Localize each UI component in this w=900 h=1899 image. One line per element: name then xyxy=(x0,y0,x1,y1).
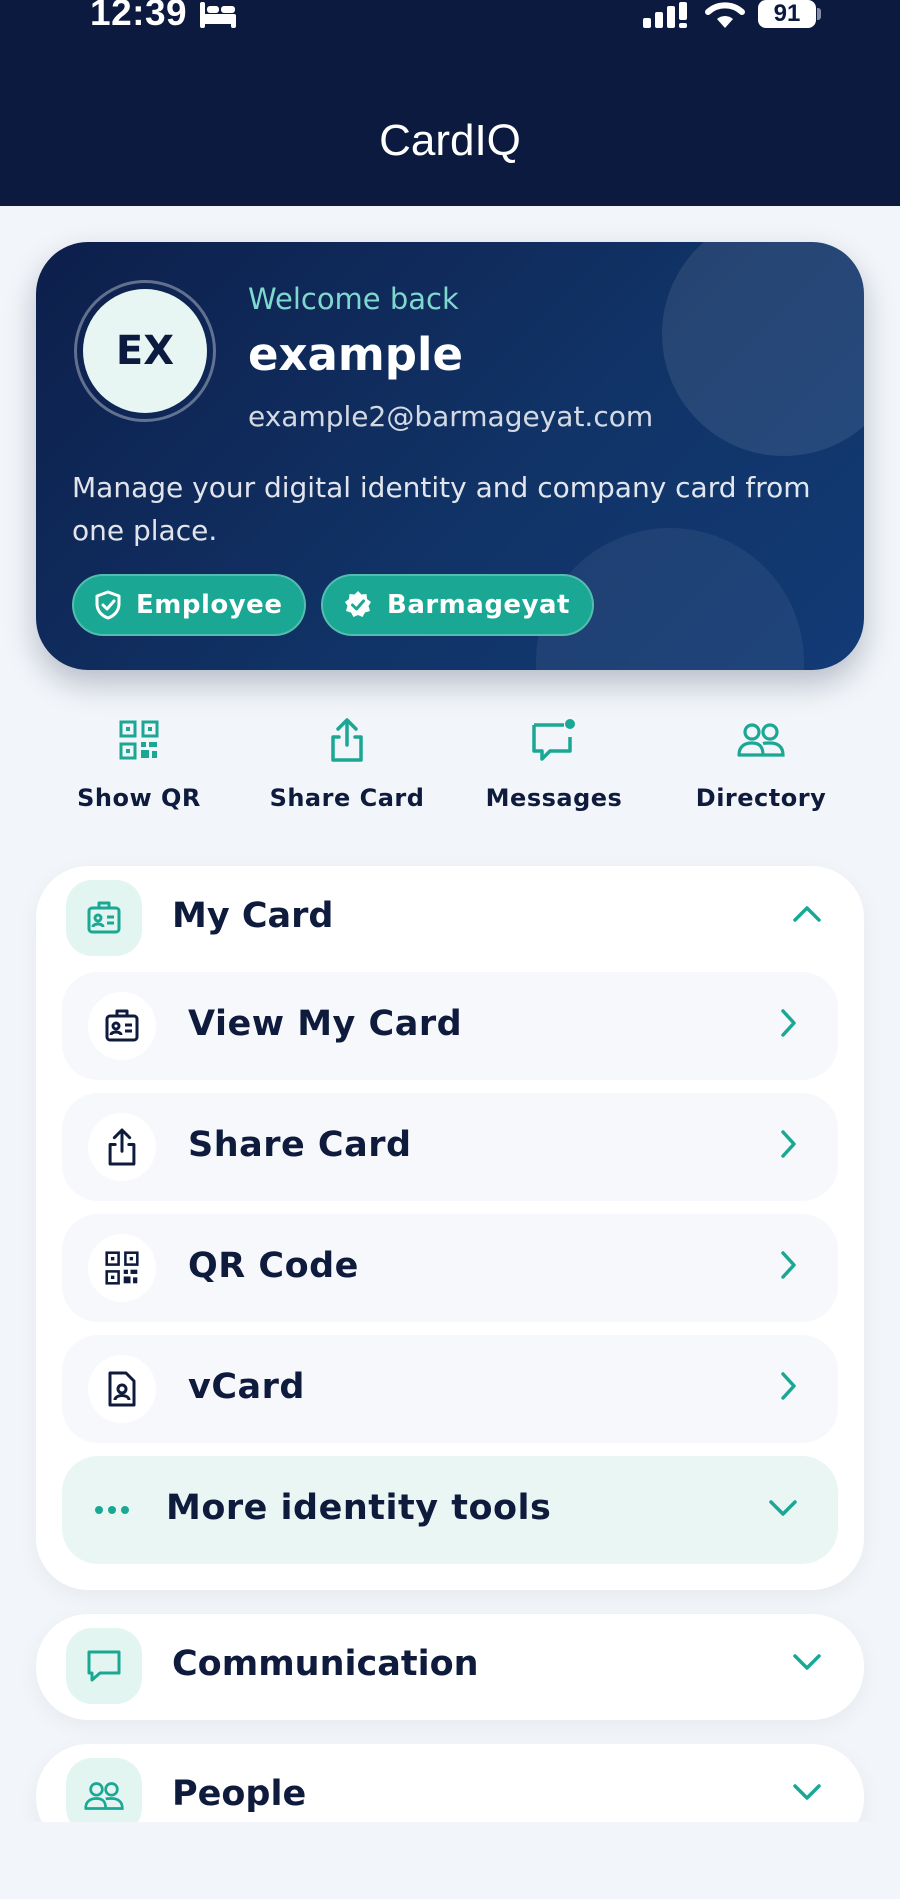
section-title: My Card xyxy=(172,896,334,936)
app-header: 12:39 91 CardIQ xyxy=(0,0,900,206)
id-card-icon xyxy=(105,1009,139,1042)
battery-tip xyxy=(817,8,821,20)
quick-action-label: Share Card xyxy=(269,784,425,812)
welcome-text: Welcome back xyxy=(248,282,459,316)
list-item-view-my-card[interactable]: View My Card xyxy=(62,972,838,1080)
profile-description: Manage your digital identity and company… xyxy=(72,471,811,547)
item-label: View My Card xyxy=(188,1004,463,1044)
item-icon xyxy=(88,1113,156,1181)
chevron-right-icon xyxy=(781,1009,796,1037)
avatar-initials: EX xyxy=(83,289,207,413)
battery-indicator: 91 xyxy=(758,0,816,28)
page-title: CardIQ xyxy=(379,116,521,165)
chevron-right-icon xyxy=(781,1251,796,1279)
people-icon xyxy=(84,1782,124,1810)
badge-company[interactable]: Barmageyat xyxy=(321,574,594,636)
quick-action-label: Directory xyxy=(695,784,827,812)
quick-action-messages[interactable]: Messages xyxy=(449,714,659,812)
avatar[interactable]: EX xyxy=(74,280,216,422)
item-icon xyxy=(88,992,156,1060)
more-identity-tools[interactable]: More identity tools xyxy=(62,1456,838,1564)
message-icon xyxy=(87,1650,121,1682)
quick-action-share-card[interactable]: Share Card xyxy=(242,714,452,812)
badge-label: Employee xyxy=(136,590,283,620)
badge-label: Barmageyat xyxy=(387,590,570,620)
bottom-area xyxy=(0,1822,900,1899)
chevron-right-icon xyxy=(781,1130,796,1158)
shield-check-icon xyxy=(95,590,121,620)
share-icon xyxy=(331,718,363,762)
section-title: Communication xyxy=(172,1644,479,1684)
section-header-communication[interactable]: Communication xyxy=(66,1628,836,1704)
status-time: 12:39 xyxy=(90,0,188,33)
item-label: Share Card xyxy=(188,1125,412,1165)
message-icon xyxy=(532,719,575,761)
section-header-my-card[interactable]: My Card xyxy=(66,880,836,956)
item-label: QR Code xyxy=(188,1246,359,1286)
user-name: example xyxy=(248,328,463,381)
item-label: vCard xyxy=(188,1367,305,1407)
item-label: More identity tools xyxy=(166,1488,552,1528)
profile-card: EX Welcome back example example2@barmage… xyxy=(36,242,864,670)
section-communication: Communication xyxy=(36,1614,864,1720)
section-my-card: My Card View My Card Share Card QR Code … xyxy=(36,866,864,1590)
sleep-mode-icon xyxy=(198,0,238,34)
status-bar: 12:39 91 xyxy=(0,0,900,36)
list-item-vcard[interactable]: vCard xyxy=(62,1335,838,1443)
share-icon xyxy=(108,1128,136,1166)
section-title: People xyxy=(172,1774,307,1814)
contact-file-icon xyxy=(108,1371,136,1407)
people-icon xyxy=(737,723,785,757)
list-item-qr-code[interactable]: QR Code xyxy=(62,1214,838,1322)
qr-code-icon xyxy=(119,720,159,760)
list-item-share-card[interactable]: Share Card xyxy=(62,1093,838,1201)
section-icon xyxy=(66,880,142,956)
badge-employee[interactable]: Employee xyxy=(72,574,307,636)
chevron-down-icon xyxy=(769,1500,797,1516)
id-card-icon xyxy=(87,901,121,934)
quick-action-show-qr[interactable]: Show QR xyxy=(34,714,244,812)
more-dots-icon xyxy=(95,1506,129,1514)
verified-badge-icon xyxy=(345,591,371,617)
qr-code-icon xyxy=(105,1251,139,1285)
quick-action-label: Show QR xyxy=(77,784,201,812)
item-icon xyxy=(88,1355,156,1423)
wifi-icon xyxy=(704,0,746,34)
cellular-signal-icon xyxy=(643,2,691,32)
chevron-up-icon[interactable] xyxy=(792,904,822,924)
user-email: example2@barmageyat.com xyxy=(248,400,654,433)
item-icon xyxy=(88,1234,156,1302)
chevron-down-icon[interactable] xyxy=(792,1652,822,1672)
decorative-circle xyxy=(662,242,864,456)
chevron-right-icon xyxy=(781,1372,796,1400)
quick-action-label: Messages xyxy=(485,784,623,812)
section-icon xyxy=(66,1628,142,1704)
chevron-down-icon[interactable] xyxy=(792,1782,822,1802)
quick-action-directory[interactable]: Directory xyxy=(656,714,866,812)
